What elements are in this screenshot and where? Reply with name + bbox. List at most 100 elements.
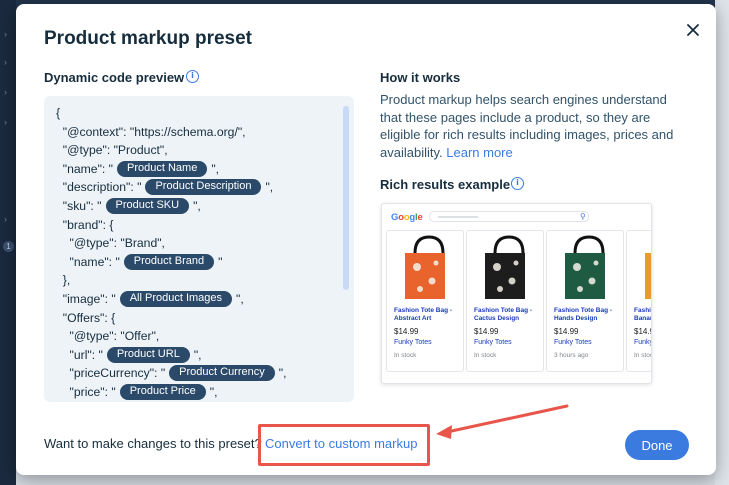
product-name: Fashion Tote Bag - Banan <box>634 307 652 322</box>
product-store: Funky Totes <box>474 339 512 346</box>
code-text: "name": " <box>56 161 114 176</box>
dynamic-value-chip: Product Name <box>117 160 208 177</box>
product-image <box>627 231 651 305</box>
code-line: "brand": { <box>56 216 114 234</box>
product-price: $14.99 <box>474 327 499 336</box>
done-button[interactable]: Done <box>625 430 689 460</box>
editor-right-panel <box>715 0 729 485</box>
dynamic-value-chip: Product Currency <box>169 365 275 382</box>
product-image <box>467 231 543 305</box>
info-icon[interactable]: i <box>511 177 524 190</box>
chevron-right-icon: › <box>4 214 7 224</box>
code-text: "@type": "Offer", <box>56 329 160 344</box>
product-markup-modal: Product markup preset Dynamic code previ… <box>16 4 716 475</box>
code-line: "price": " Product Price ", <box>56 383 217 401</box>
product-stock: In stock <box>394 352 417 359</box>
code-text: ", <box>209 385 218 399</box>
product-stock: In stock <box>634 352 651 359</box>
code-text: { <box>56 106 61 120</box>
code-text: "price": " <box>56 385 116 399</box>
product-store: Funky Totes <box>394 339 432 346</box>
code-line: "url": " Product URL ", <box>56 346 202 364</box>
product-name: Fashion Tote Bag - Abstract Art <box>394 307 453 322</box>
product-name: Fashion Tote Bag - Cactus Design <box>474 307 533 322</box>
product-stock: In stock <box>474 352 497 359</box>
code-line: "@type": "Product", <box>56 141 168 159</box>
rich-results-title: Rich results example <box>380 177 511 192</box>
chevron-right-icon: › <box>4 87 7 97</box>
code-text: "url": " <box>56 347 103 362</box>
product-card[interactable]: Fashion Tote Bag - Banan $14.99 Funky In st… <box>626 230 652 372</box>
code-line: "@type": "Brand", <box>56 234 165 252</box>
modal-title: Product markup preset <box>44 28 252 49</box>
how-it-works-body: Product markup helps search engines unde… <box>380 91 690 161</box>
dynamic-value-chip: Product URL <box>106 346 190 363</box>
code-scrollbar[interactable] <box>343 106 349 290</box>
code-line: "Offers": { <box>56 309 115 327</box>
product-stock: 3 hours ago <box>554 352 589 359</box>
product-image <box>547 231 623 305</box>
dynamic-value-chip: All Product Images <box>119 291 233 307</box>
code-text: "name": " <box>56 254 120 269</box>
code-text: "sku": " <box>56 199 102 213</box>
code-line: "name": " Product Brand " <box>56 253 222 271</box>
code-text: "brand": { <box>56 217 114 232</box>
code-text: ", <box>193 347 202 362</box>
code-line: }, <box>56 271 70 289</box>
dynamic-value-chip: Product Description <box>145 179 262 196</box>
product-name: Fashion Tote Bag - Hands Design <box>554 307 613 322</box>
chevron-right-icon: › <box>4 117 7 127</box>
learn-more-link[interactable]: Learn more <box>446 145 512 160</box>
code-text: ", <box>193 199 201 213</box>
code-line: "sku": " Product SKU ", <box>56 197 201 215</box>
product-price: $14.99 <box>554 327 579 336</box>
code-line: "description": " Product Description ", <box>56 178 273 196</box>
how-it-works-title: How it works <box>380 70 461 85</box>
code-preview-title: Dynamic code preview <box>44 70 185 85</box>
highlight-annotation-box <box>258 424 430 466</box>
code-line: { <box>56 104 60 122</box>
code-text: "priceCurrency": " <box>56 366 166 381</box>
chevron-right-icon: › <box>4 57 7 67</box>
code-text: "@type": "Product", <box>56 143 168 158</box>
dynamic-value-chip: Product SKU <box>105 198 190 214</box>
code-text: ", <box>265 180 274 195</box>
notification-badge: 1 <box>3 241 14 252</box>
code-text: "@type": "Brand", <box>56 236 165 251</box>
dynamic-value-chip: Product Brand <box>123 253 215 270</box>
product-card[interactable]: Fashion Tote Bag - Cactus Design $14.99 Fu… <box>466 230 544 372</box>
google-logo: Google <box>391 212 423 223</box>
code-text: ", <box>278 366 287 381</box>
code-text: "description": " <box>56 180 142 195</box>
product-card[interactable]: Fashion Tote Bag - Hands Design $14.99 Fun… <box>546 230 624 372</box>
code-line: "priceCurrency": " Product Currency ", <box>56 364 286 382</box>
footer-question: Want to make changes to this preset? <box>44 436 262 451</box>
search-icon: ⚲ <box>580 212 586 221</box>
how-it-works-text: Product markup helps search engines unde… <box>380 92 674 160</box>
code-text: ", <box>211 161 220 176</box>
code-preview-box[interactable]: { "@context": "https://schema.org/", "@t… <box>44 96 354 402</box>
product-card[interactable]: Fashion Tote Bag - Abstract Art $14.99 Fun… <box>386 230 464 372</box>
google-search-bar: ⚲ <box>429 211 589 222</box>
rich-results-preview: Google ⚲ Fashion Tote Bag - Abstract Art… <box>381 203 652 384</box>
code-text: "image": " <box>56 292 116 306</box>
code-line: "@type": "Offer", <box>56 327 160 345</box>
dynamic-value-chip: Product Price <box>119 384 206 400</box>
product-store: Funky <box>634 339 652 346</box>
product-price: $14.99 <box>394 327 419 336</box>
close-icon[interactable] <box>683 20 703 40</box>
code-line: "@context": "https://schema.org/", <box>56 123 246 141</box>
chevron-right-icon: › <box>4 29 7 39</box>
code-line: "name": " Product Name ", <box>56 160 219 178</box>
search-placeholder-bar <box>438 216 478 218</box>
code-text: }, <box>56 273 71 288</box>
code-line: "image": " All Product Images ", <box>56 290 244 308</box>
product-image <box>387 231 463 305</box>
code-text: ", <box>236 292 244 306</box>
product-price: $14.99 <box>634 327 651 336</box>
code-text: " <box>218 254 223 269</box>
code-text: "@context": "https://schema.org/", <box>56 124 246 139</box>
info-icon[interactable]: i <box>186 70 199 83</box>
product-store: Funky Totes <box>554 339 592 346</box>
code-text: "Offers": { <box>56 310 116 325</box>
